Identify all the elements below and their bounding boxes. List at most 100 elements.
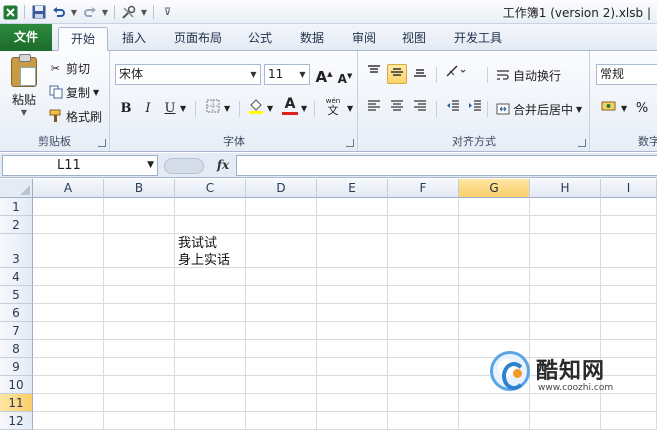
orientation-button[interactable] xyxy=(443,64,469,84)
tab-view[interactable]: 视图 xyxy=(394,27,434,51)
grid-line-horizontal xyxy=(33,233,657,234)
align-top-button[interactable] xyxy=(364,64,384,84)
row-header-10[interactable]: 10 xyxy=(0,376,33,394)
tab-formulas[interactable]: 公式 xyxy=(240,27,280,51)
tools-icon[interactable] xyxy=(120,4,137,21)
font-name-combo[interactable]: 宋体 ▼ xyxy=(115,64,261,85)
tab-home[interactable]: 开始 xyxy=(58,27,108,51)
font-color-dropdown-icon[interactable]: ▼ xyxy=(301,104,307,113)
alignment-group-label: 对齐方式 xyxy=(452,135,496,148)
format-painter-button[interactable]: 格式刷 xyxy=(48,106,102,126)
merge-center-button[interactable]: 合并后居中 ▼ xyxy=(495,99,582,119)
copy-button[interactable]: 复制 ▼ xyxy=(48,82,99,102)
column-header-h[interactable]: H xyxy=(530,179,601,198)
insert-function-button[interactable]: fx xyxy=(212,156,234,175)
grid-line-horizontal xyxy=(33,303,657,304)
paste-dropdown-icon[interactable]: ▼ xyxy=(4,108,44,117)
row-header-8[interactable]: 8 xyxy=(0,340,33,358)
row-header-7[interactable]: 7 xyxy=(0,322,33,340)
font-size-dropdown-icon[interactable]: ▼ xyxy=(296,65,309,84)
formula-input[interactable] xyxy=(236,155,657,176)
font-color-button[interactable]: A xyxy=(280,96,300,116)
align-right-button[interactable] xyxy=(410,99,430,119)
row-header-6[interactable]: 6 xyxy=(0,304,33,322)
excel-app-icon[interactable] xyxy=(2,4,19,21)
row-header-5[interactable]: 5 xyxy=(0,286,33,304)
grid-line-horizontal xyxy=(33,285,657,286)
currency-dropdown-icon[interactable]: ▼ xyxy=(621,104,627,113)
formula-bar-splitter[interactable] xyxy=(164,158,204,174)
redo-icon[interactable] xyxy=(81,4,98,21)
clipboard-dialog-launcher-icon[interactable] xyxy=(98,139,106,147)
tab-page-layout[interactable]: 页面布局 xyxy=(166,27,230,51)
wrap-text-button[interactable]: 自动换行 xyxy=(495,65,561,85)
column-header-c[interactable]: C xyxy=(175,179,246,198)
select-all-button[interactable] xyxy=(0,179,33,198)
column-header-b[interactable]: B xyxy=(104,179,175,198)
row-header-2[interactable]: 2 xyxy=(0,216,33,234)
column-header-i[interactable]: I xyxy=(601,179,657,198)
column-header-e[interactable]: E xyxy=(317,179,388,198)
font-name-dropdown-icon[interactable]: ▼ xyxy=(247,65,260,84)
align-middle-button[interactable] xyxy=(387,64,407,84)
grid-line-horizontal xyxy=(33,267,657,268)
cut-button[interactable]: ✂ 剪切 xyxy=(48,58,90,78)
italic-button[interactable]: I xyxy=(138,99,158,119)
copy-dropdown-icon[interactable]: ▼ xyxy=(93,88,99,97)
shrink-font-button[interactable]: A▼ xyxy=(335,66,355,86)
row-header-3[interactable]: 3 xyxy=(0,234,33,268)
tab-file[interactable]: 文件 xyxy=(0,24,52,51)
row-header-1[interactable]: 1 xyxy=(0,198,33,216)
tab-developer[interactable]: 开发工具 xyxy=(446,27,510,51)
redo-dropdown-icon[interactable]: ▼ xyxy=(101,8,109,17)
clipboard-group-label: 剪贴板 xyxy=(38,135,71,148)
name-box[interactable]: L11 ▼ xyxy=(2,155,158,176)
cell-c3[interactable]: 我试试 身上实话 xyxy=(178,235,230,269)
alignment-dialog-launcher-icon[interactable] xyxy=(578,139,586,147)
save-icon[interactable] xyxy=(30,4,47,21)
underline-button[interactable]: U xyxy=(160,99,180,119)
underline-dropdown-icon[interactable]: ▼ xyxy=(180,104,186,113)
scissors-icon: ✂ xyxy=(50,61,61,75)
align-bottom-button[interactable] xyxy=(410,64,430,84)
tools-dropdown-icon[interactable]: ▼ xyxy=(140,8,148,17)
borders-button[interactable] xyxy=(203,99,223,119)
shrink-font-glyph: A xyxy=(337,72,347,86)
align-center-button[interactable] xyxy=(387,99,407,119)
increase-indent-button[interactable] xyxy=(465,99,485,119)
borders-dropdown-icon[interactable]: ▼ xyxy=(224,104,230,113)
font-size-combo[interactable]: 11 ▼ xyxy=(264,64,310,85)
decrease-indent-button[interactable] xyxy=(443,99,463,119)
number-format-combo[interactable]: 常规 xyxy=(596,64,657,85)
column-header-a[interactable]: A xyxy=(33,179,104,198)
row-header-4[interactable]: 4 xyxy=(0,268,33,286)
row-header-11[interactable]: 11 xyxy=(0,394,33,412)
undo-icon[interactable] xyxy=(50,4,67,21)
align-left-button[interactable] xyxy=(364,99,384,119)
customize-qat-icon[interactable]: ⊽ xyxy=(159,4,176,21)
currency-format-button[interactable] xyxy=(599,99,619,119)
font-dialog-launcher-icon[interactable] xyxy=(346,139,354,147)
percent-button[interactable]: % xyxy=(632,99,652,119)
phonetic-dropdown-icon[interactable]: ▼ xyxy=(347,104,353,113)
fill-color-dropdown-icon[interactable]: ▼ xyxy=(267,104,273,113)
align-middle-icon xyxy=(391,68,403,76)
copy-icon xyxy=(48,85,63,100)
phonetic-guide-button[interactable]: wén 文 xyxy=(321,97,345,117)
fill-color-button[interactable] xyxy=(246,97,266,117)
watermark: 酷知网 www.coozhi.com xyxy=(490,345,657,407)
paste-button[interactable]: 粘贴 ▼ xyxy=(4,54,44,127)
row-header-12[interactable]: 12 xyxy=(0,412,33,430)
row-header-9[interactable]: 9 xyxy=(0,358,33,376)
tab-data[interactable]: 数据 xyxy=(292,27,332,51)
column-header-d[interactable]: D xyxy=(246,179,317,198)
grow-font-button[interactable]: A▲ xyxy=(314,64,334,86)
undo-dropdown-icon[interactable]: ▼ xyxy=(70,8,78,17)
merge-center-dropdown-icon[interactable]: ▼ xyxy=(576,105,582,114)
name-box-dropdown-icon[interactable]: ▼ xyxy=(147,156,154,175)
bold-button[interactable]: B xyxy=(116,99,136,119)
column-header-g[interactable]: G xyxy=(459,179,530,198)
tab-insert[interactable]: 插入 xyxy=(114,27,154,51)
column-header-f[interactable]: F xyxy=(388,179,459,198)
tab-review[interactable]: 审阅 xyxy=(344,27,384,51)
